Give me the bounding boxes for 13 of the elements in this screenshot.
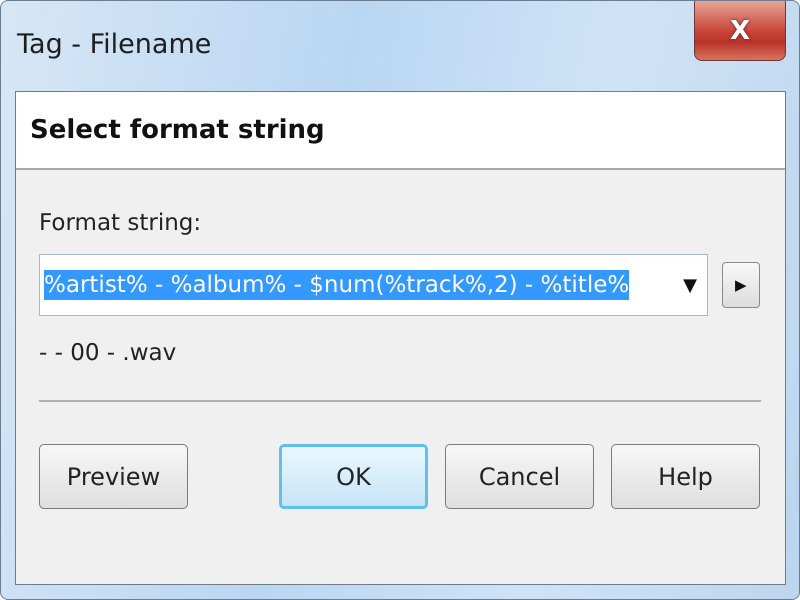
format-combo-box[interactable]: %artist% - %album% - $num(%track%,2) - %title% ▼: [39, 254, 708, 316]
close-button[interactable]: X: [694, 1, 786, 61]
dialog-button[interactable]: Help: [611, 444, 760, 509]
format-value: %artist% - %album% - $num(%track%,2) - %title%: [44, 270, 630, 300]
window-title: Tag - Filename: [17, 29, 212, 60]
preview-text: - - 00 - .wav: [39, 340, 178, 366]
dropdown-icon[interactable]: ▼: [683, 274, 697, 296]
dialog-button[interactable]: Cancel: [445, 444, 594, 509]
header-title: Select format string: [30, 115, 325, 145]
dialog-button[interactable]: Preview: [39, 444, 188, 509]
dialog-button[interactable]: OK: [279, 444, 428, 509]
insert-menu-button[interactable]: ▶: [722, 262, 760, 308]
format-label: Format string:: [39, 210, 202, 236]
